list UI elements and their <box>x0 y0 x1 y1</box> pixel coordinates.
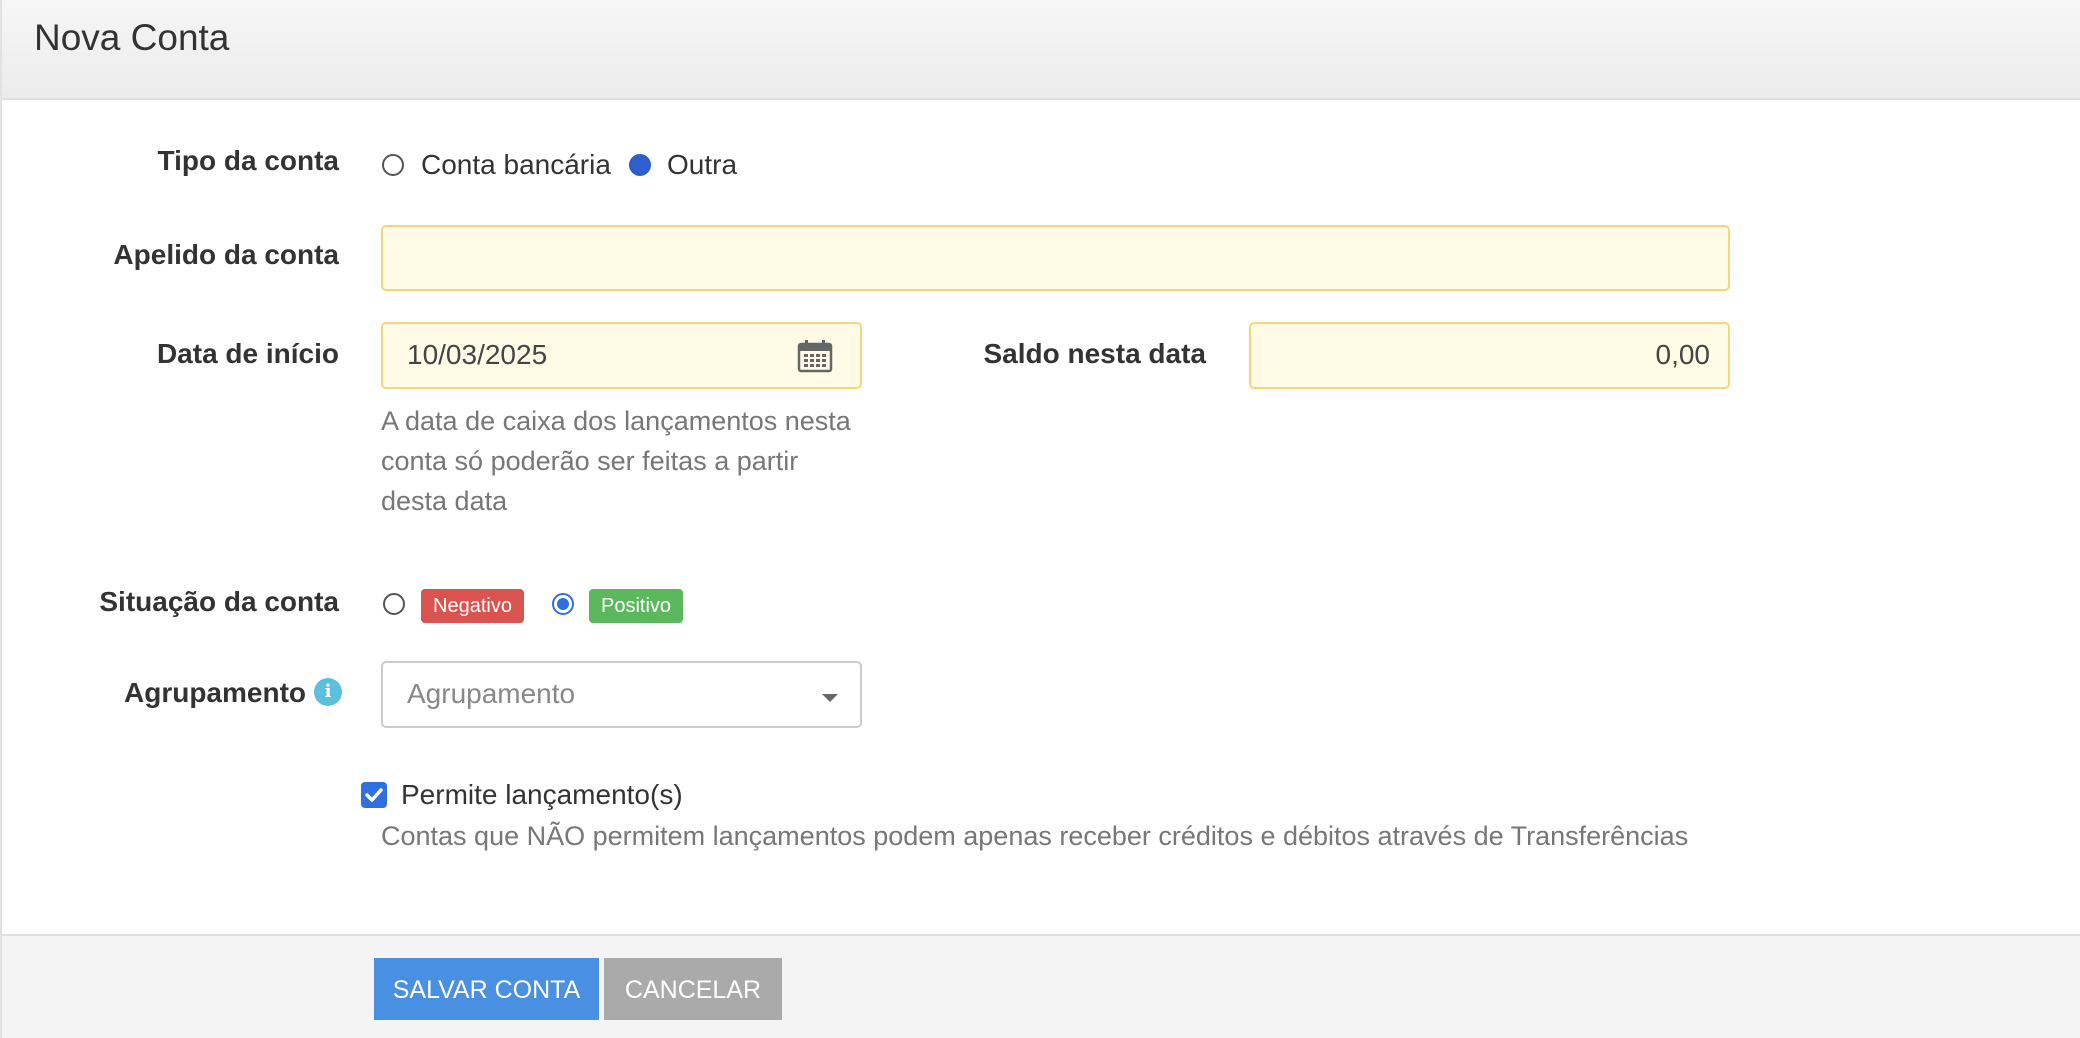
footer-bar: SALVAR CONTA CANCELAR <box>2 934 2080 1038</box>
permite-lancamentos-help: Contas que NÃO permitem lançamentos pode… <box>381 821 1689 851</box>
save-button[interactable]: SALVAR CONTA <box>374 958 599 1020</box>
page-title: Nova Conta <box>34 17 230 58</box>
data-inicio-input[interactable]: 10/03/2025 <box>381 322 862 389</box>
tipo-conta-label: Tipo da conta <box>157 145 340 176</box>
data-inicio-value: 10/03/2025 <box>407 339 548 370</box>
radio-negativo[interactable] <box>383 593 405 615</box>
apelido-conta-input[interactable] <box>381 225 1730 291</box>
agrupamento-placeholder: Agrupamento <box>407 678 576 709</box>
badge-positivo[interactable]: Positivo <box>589 589 684 623</box>
agrupamento-label: Agrupamento <box>124 677 306 708</box>
badge-negativo[interactable]: Negativo <box>421 589 524 623</box>
radio-outra[interactable] <box>629 154 651 176</box>
saldo-input[interactable]: 0,00 <box>1249 322 1730 389</box>
situacao-label: Situação da conta <box>99 586 339 617</box>
apelido-conta-label: Apelido da conta <box>113 239 339 270</box>
header-bar: Nova Conta <box>2 0 2080 100</box>
permite-lancamentos-label[interactable]: Permite lançamento(s) <box>401 777 683 813</box>
radio-outra-label[interactable]: Outra <box>667 147 737 183</box>
agrupamento-select[interactable]: Agrupamento <box>381 661 862 728</box>
saldo-label: Saldo nesta data <box>983 338 1206 369</box>
cancel-button[interactable]: CANCELAR <box>604 958 782 1020</box>
chevron-down-icon <box>822 694 838 702</box>
info-icon[interactable]: i <box>314 678 342 706</box>
calendar-icon[interactable] <box>797 339 833 380</box>
permite-lancamentos-checkbox[interactable] <box>361 782 387 808</box>
page: Nova Conta Tipo da conta Conta bancária … <box>0 0 2080 1038</box>
radio-conta-bancaria-label[interactable]: Conta bancária <box>421 147 611 183</box>
checkmark-icon <box>365 788 383 802</box>
data-inicio-label: Data de início <box>156 338 339 369</box>
radio-positivo[interactable] <box>552 593 574 615</box>
data-inicio-help: A data de caixa dos lançamentos nesta co… <box>381 406 851 516</box>
saldo-value: 0,00 <box>1655 339 1711 370</box>
radio-conta-bancaria[interactable] <box>382 154 404 176</box>
